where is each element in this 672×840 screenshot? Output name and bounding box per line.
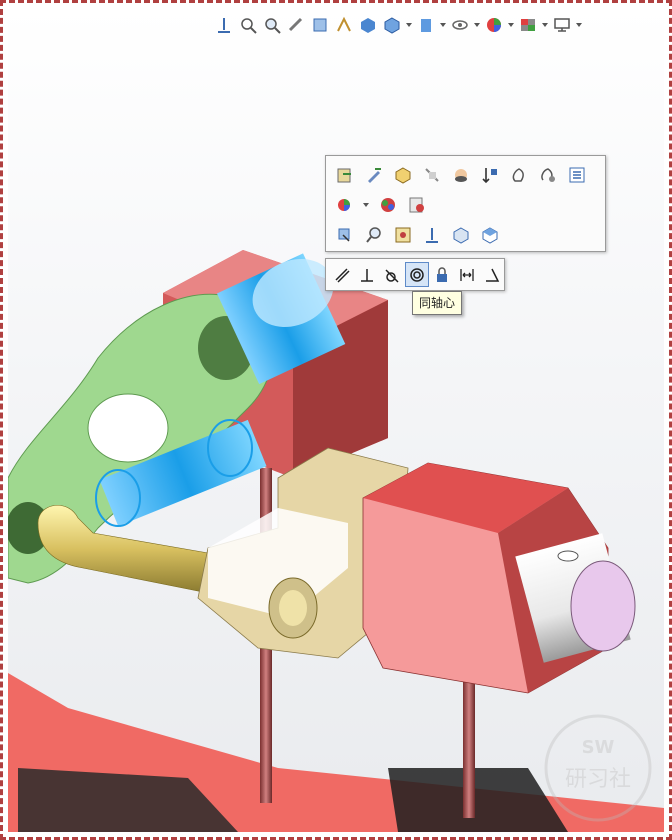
edit-appearance-icon[interactable] bbox=[483, 14, 505, 36]
apply-scene-icon[interactable] bbox=[517, 14, 539, 36]
mate-icon[interactable] bbox=[477, 162, 502, 187]
appearance-icon[interactable] bbox=[332, 192, 357, 217]
render-icon[interactable] bbox=[404, 192, 429, 217]
move-with-triad-icon[interactable] bbox=[390, 222, 415, 247]
insert-component-icon[interactable] bbox=[332, 222, 357, 247]
hide-component-icon[interactable] bbox=[419, 162, 444, 187]
heads-up-view-toolbar bbox=[213, 12, 583, 38]
graphics-area[interactable]: SW 研习社 同轴心 bbox=[8, 8, 664, 832]
tangent-mate-icon[interactable] bbox=[380, 262, 403, 287]
chevron-down-icon[interactable] bbox=[361, 192, 371, 217]
view-front-icon[interactable] bbox=[448, 222, 473, 247]
monitor-icon[interactable] bbox=[551, 14, 573, 36]
svg-text:SW: SW bbox=[582, 737, 615, 758]
component-properties-icon[interactable] bbox=[390, 162, 415, 187]
parallel-mate-icon[interactable] bbox=[330, 262, 353, 287]
distance-mate-icon[interactable] bbox=[456, 262, 479, 287]
display-style-icon[interactable] bbox=[381, 14, 403, 36]
chevron-down-icon[interactable] bbox=[405, 14, 413, 36]
chevron-down-icon[interactable] bbox=[507, 14, 515, 36]
zoom-to-selection-icon[interactable] bbox=[361, 222, 386, 247]
isolate-icon[interactable] bbox=[448, 162, 473, 187]
change-transparency-icon[interactable] bbox=[506, 162, 531, 187]
list-icon[interactable] bbox=[564, 162, 589, 187]
context-toolbar-row-1 bbox=[332, 162, 589, 187]
edit-component-icon[interactable] bbox=[361, 162, 386, 187]
previous-view-icon[interactable] bbox=[285, 14, 307, 36]
chevron-down-icon[interactable] bbox=[439, 14, 447, 36]
hide-show-mates-icon[interactable] bbox=[535, 162, 560, 187]
view-isometric-icon[interactable] bbox=[477, 222, 502, 247]
normal-to-icon[interactable] bbox=[419, 222, 444, 247]
support-rod-right bbox=[463, 668, 475, 818]
chevron-down-icon[interactable] bbox=[473, 14, 481, 36]
angle-mate-icon[interactable] bbox=[481, 262, 504, 287]
edit-appearance-icon[interactable] bbox=[375, 192, 400, 217]
perpendicular-mate-icon[interactable] bbox=[355, 262, 378, 287]
zoom-to-area-icon[interactable] bbox=[261, 14, 283, 36]
view-orientation-icon[interactable] bbox=[213, 14, 235, 36]
svg-text:研习社: 研习社 bbox=[565, 767, 631, 792]
context-toolbar bbox=[325, 155, 606, 252]
hide-show-icon[interactable] bbox=[415, 14, 437, 36]
dynamic-annotation-icon[interactable] bbox=[333, 14, 355, 36]
context-toolbar-row-2 bbox=[332, 192, 429, 217]
mate-toolbar bbox=[325, 258, 505, 291]
context-toolbar-row-3 bbox=[332, 222, 502, 247]
zoom-to-fit-icon[interactable] bbox=[237, 14, 259, 36]
view-cube-icon[interactable] bbox=[357, 14, 379, 36]
open-part-icon[interactable] bbox=[332, 162, 357, 187]
concentric-mate-icon[interactable] bbox=[405, 262, 429, 287]
assembly-model[interactable]: SW 研习社 bbox=[8, 8, 664, 832]
lock-mate-icon[interactable] bbox=[431, 262, 454, 287]
chevron-down-icon[interactable] bbox=[575, 14, 583, 36]
view-settings-eye-icon[interactable] bbox=[449, 14, 471, 36]
chevron-down-icon[interactable] bbox=[541, 14, 549, 36]
tooltip-concentric: 同轴心 bbox=[412, 291, 463, 315]
section-view-icon[interactable] bbox=[309, 14, 331, 36]
